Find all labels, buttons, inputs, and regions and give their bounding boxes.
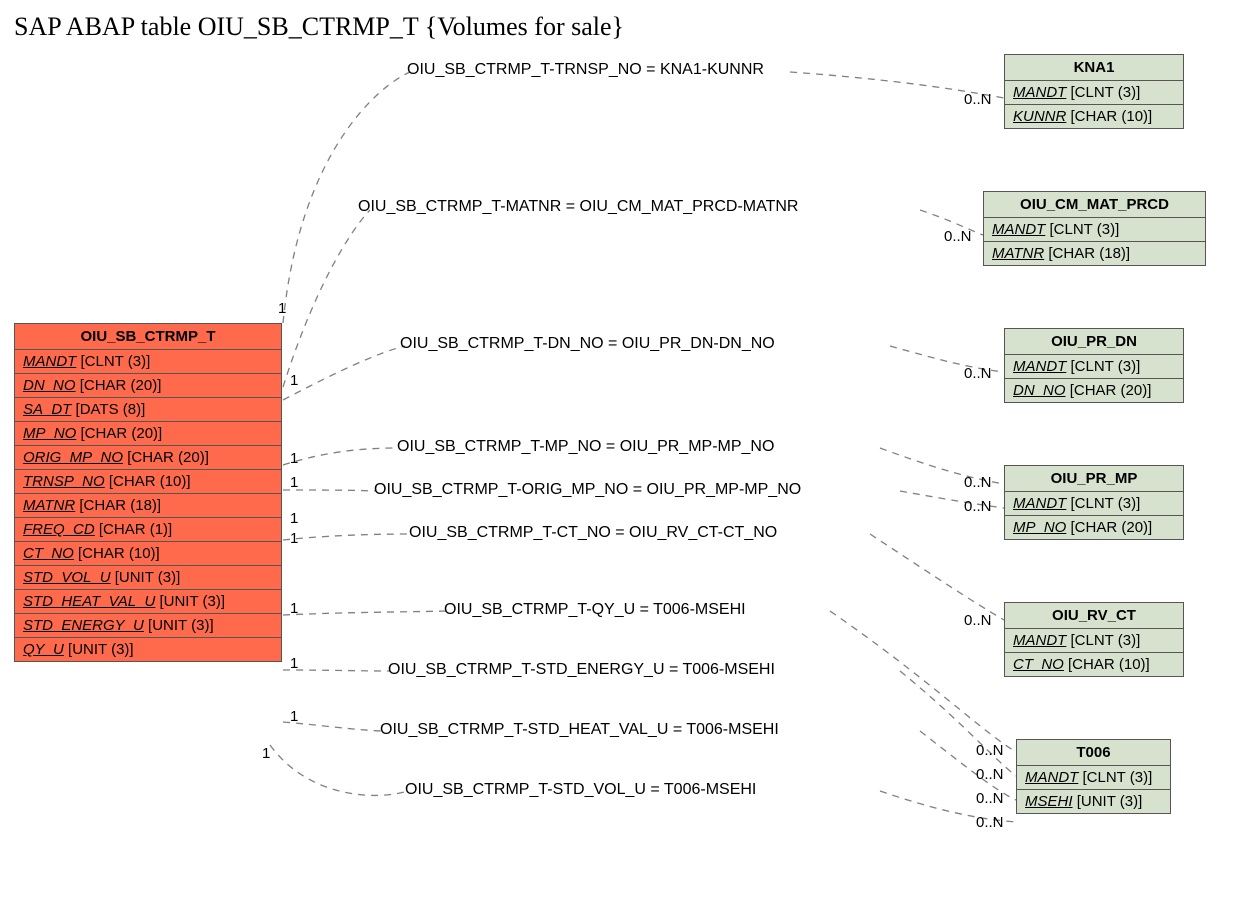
card-one: 1 [290, 708, 298, 725]
entity-oiu-pr-dn: OIU_PR_DN MANDT [CLNT (3)] DN_NO [CHAR (… [1004, 328, 1184, 403]
card-many: 0..N [944, 228, 972, 245]
entity-main: OIU_SB_CTRMP_T MANDT [CLNT (3)] DN_NO [C… [14, 323, 282, 662]
edge-label-10: OIU_SB_CTRMP_T-STD_VOL_U = T006-MSEHI [405, 781, 756, 799]
card-one: 1 [290, 474, 298, 491]
edge-label-6: OIU_SB_CTRMP_T-CT_NO = OIU_RV_CT-CT_NO [409, 524, 777, 542]
edge-label-1: OIU_SB_CTRMP_T-TRNSP_NO = KNA1-KUNNR [407, 61, 764, 79]
edge-label-3: OIU_SB_CTRMP_T-DN_NO = OIU_PR_DN-DN_NO [400, 335, 775, 353]
card-one: 1 [290, 655, 298, 672]
card-one: 1 [290, 600, 298, 617]
card-many: 0..N [976, 742, 1004, 759]
entity-kna1: KNA1 MANDT [CLNT (3)] KUNNR [CHAR (10)] [1004, 54, 1184, 129]
card-one: 1 [290, 450, 298, 467]
edge-label-4: OIU_SB_CTRMP_T-MP_NO = OIU_PR_MP-MP_NO [397, 438, 774, 456]
edge-label-2: OIU_SB_CTRMP_T-MATNR = OIU_CM_MAT_PRCD-M… [358, 198, 798, 216]
edge-label-8: OIU_SB_CTRMP_T-STD_ENERGY_U = T006-MSEHI [388, 661, 775, 679]
entity-oiu-pr-mp: OIU_PR_MP MANDT [CLNT (3)] MP_NO [CHAR (… [1004, 465, 1184, 540]
entity-oiu-cm-mat-prcd: OIU_CM_MAT_PRCD MANDT [CLNT (3)] MATNR [… [983, 191, 1206, 266]
edge-label-9: OIU_SB_CTRMP_T-STD_HEAT_VAL_U = T006-MSE… [380, 721, 779, 739]
card-one: 1 [290, 372, 298, 389]
card-many: 0..N [964, 498, 992, 515]
entity-oiu-rv-ct: OIU_RV_CT MANDT [CLNT (3)] CT_NO [CHAR (… [1004, 602, 1184, 677]
entity-t006: T006 MANDT [CLNT (3)] MSEHI [UNIT (3)] [1016, 739, 1171, 814]
card-one: 1 [262, 745, 270, 762]
card-many: 0..N [976, 766, 1004, 783]
card-many: 0..N [976, 790, 1004, 807]
card-many: 0..N [964, 474, 992, 491]
edge-label-5: OIU_SB_CTRMP_T-ORIG_MP_NO = OIU_PR_MP-MP… [374, 481, 801, 499]
card-many: 0..N [964, 612, 992, 629]
entity-main-name: OIU_SB_CTRMP_T [15, 324, 281, 350]
card-many: 0..N [964, 91, 992, 108]
card-one: 1 [290, 530, 298, 547]
er-diagram: SAP ABAP table OIU_SB_CTRMP_T {Volumes f… [0, 0, 1237, 917]
edge-label-7: OIU_SB_CTRMP_T-QY_U = T006-MSEHI [444, 601, 746, 619]
card-many: 0..N [976, 814, 1004, 831]
card-one: 1 [290, 510, 298, 527]
card-many: 0..N [964, 365, 992, 382]
card-one: 1 [278, 300, 286, 317]
